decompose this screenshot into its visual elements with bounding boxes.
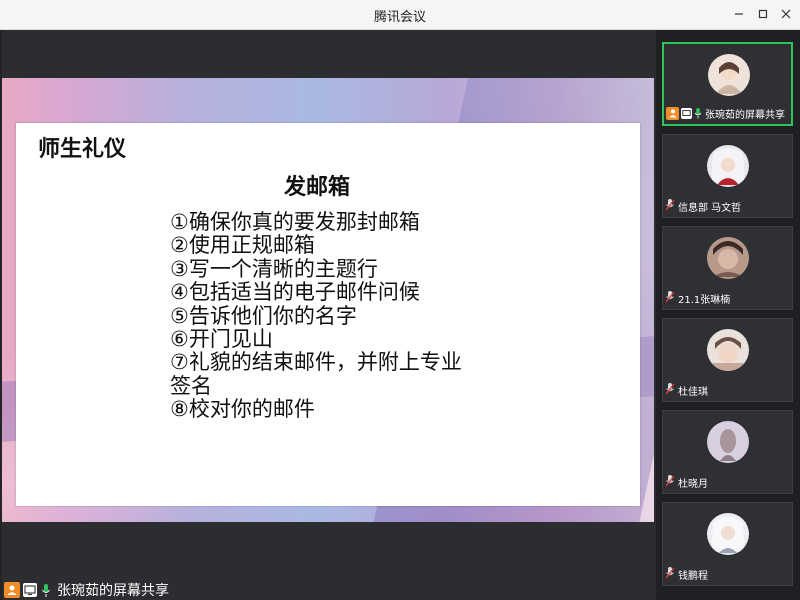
list-item: ④包括适当的电子邮件问候	[170, 280, 420, 305]
tile-status: 张琬茹的屏幕共享	[666, 105, 785, 121]
participant-tile[interactable]: 杜佳琪	[662, 318, 793, 402]
avatar	[707, 145, 749, 187]
participant-name: 杜佳琪	[678, 386, 708, 398]
list-item: ⑦礼貌的结束邮件，并附上专业签名	[170, 350, 462, 398]
mic-muted-icon	[665, 473, 675, 492]
mic-icon	[694, 104, 702, 123]
mic-muted-icon	[665, 565, 675, 584]
avatar	[707, 237, 749, 279]
window-title: 腾讯会议	[373, 10, 426, 25]
avatar	[708, 54, 750, 96]
slide-card: 师生礼仪 发邮箱 ①确保你真的要发那封邮箱 ②使用正规邮箱 ③写一个清晰的主题行…	[16, 123, 640, 506]
slide-title: 师生礼仪	[38, 137, 127, 162]
slide-list: ①确保你真的要发那封邮箱 ②使用正规邮箱 ③写一个清晰的主题行 ④包括适当的电子…	[170, 210, 470, 422]
tile-status: 信息部 马文哲	[665, 198, 741, 214]
minimize-icon[interactable]	[730, 5, 748, 23]
participant-name: 张琬茹的屏幕共享	[705, 109, 785, 121]
user-icon	[666, 106, 679, 120]
list-item: ⑤告诉他们你的名字	[170, 303, 357, 328]
participant-tile[interactable]: 杜晓月	[662, 410, 793, 494]
slide-heading: 发邮箱	[284, 175, 351, 200]
participant-name: 杜晓月	[678, 478, 708, 490]
avatar	[707, 513, 749, 555]
participant-tile[interactable]: 信息部 马文哲	[662, 134, 793, 218]
participant-tile[interactable]: 21.1张琳楠	[662, 226, 793, 310]
screen-share-icon	[23, 583, 37, 597]
maximize-icon[interactable]	[754, 5, 772, 23]
close-icon[interactable]	[777, 5, 795, 23]
participant-name: 钱鹏程	[678, 570, 708, 582]
list-item: ⑥开门见山	[170, 327, 273, 352]
mic-muted-icon	[665, 197, 675, 216]
list-item: ①确保你真的要发那封邮箱	[170, 210, 420, 234]
mic-muted-icon	[665, 289, 675, 308]
user-icon	[4, 582, 20, 598]
participant-tile[interactable]: 钱鹏程	[662, 502, 793, 586]
participant-list: 张琬茹的屏幕共享 信息部 马文哲 21.1张琳楠 杜佳琪 杜晓月 钱鹏程	[656, 30, 800, 600]
title-bar: 腾讯会议	[0, 0, 800, 30]
sharer-indicator: 张琬茹的屏幕共享	[4, 580, 169, 600]
participant-name: 信息部 马文哲	[678, 202, 742, 214]
list-item: ②使用正规邮箱	[170, 233, 315, 258]
list-item: ⑧校对你的邮件	[170, 397, 315, 422]
tile-status: 21.1张琳楠	[665, 290, 730, 306]
tile-status: 钱鹏程	[665, 566, 708, 582]
list-item: ③写一个清晰的主题行	[170, 256, 378, 281]
avatar	[707, 421, 749, 463]
avatar	[707, 329, 749, 371]
participant-name: 21.1张琳楠	[678, 294, 731, 306]
screen-share-icon	[681, 107, 692, 119]
mic-icon	[40, 582, 52, 598]
tile-status: 杜晓月	[665, 474, 708, 490]
tile-status: 杜佳琪	[665, 382, 708, 398]
sharer-label: 张琬茹的屏幕共享	[57, 583, 169, 599]
mic-muted-icon	[665, 381, 675, 400]
participant-tile[interactable]: 张琬茹的屏幕共享	[662, 42, 793, 126]
